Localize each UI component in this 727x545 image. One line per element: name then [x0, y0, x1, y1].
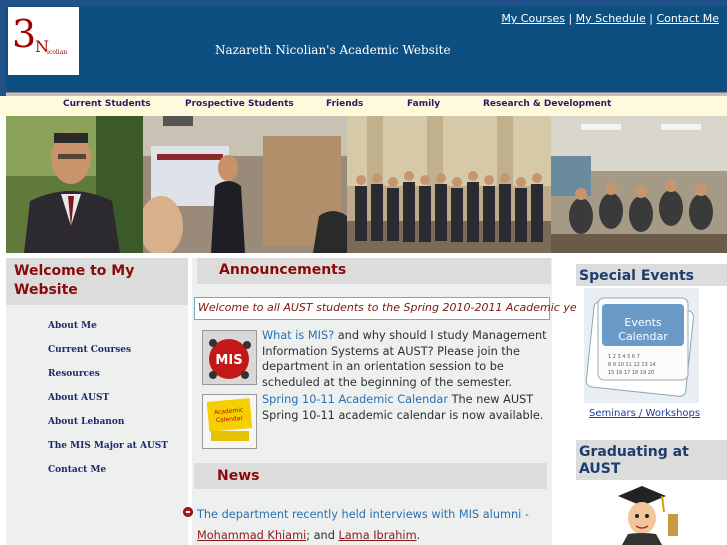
news-separator: ; and	[306, 529, 339, 542]
site-title: Nazareth Nicolian's Academic Website	[215, 43, 451, 57]
announcements-header: Announcements	[197, 258, 551, 284]
bullet-icon	[183, 507, 193, 517]
logo-subtext: icolian	[47, 49, 68, 56]
svg-text:15 16 17 18 19 20: 15 16 17 18 19 20	[608, 370, 654, 376]
announcement-mis: What is MIS? and why should I study Mana…	[262, 328, 552, 390]
sidebar-link-contact-me[interactable]: Contact Me	[48, 465, 106, 475]
svg-text:1 2 3 4 5 6 7: 1 2 3 4 5 6 7	[608, 354, 640, 360]
news-item-text: The department recently held interviews …	[197, 508, 529, 521]
svg-text:8 9 10 11 12 13 14: 8 9 10 11 12 13 14	[608, 362, 656, 368]
welcome-title: Welcome to My Website	[14, 263, 135, 298]
calendar-thumbnail[interactable]: Academic Calendar	[202, 394, 257, 449]
what-is-mis-link[interactable]: What is MIS?	[262, 329, 334, 342]
top-links: My Courses | My Schedule | Contact Me	[501, 12, 719, 25]
sidebar-link-resources[interactable]: Resources	[48, 369, 100, 379]
my-courses-link[interactable]: My Courses	[501, 12, 565, 25]
events-calendar-image[interactable]: Events Calendar 1 2 3 4 5 6 7 8 9 10 11 …	[584, 288, 699, 403]
events-label-line1: Events	[624, 316, 662, 329]
main-nav: Current Students Prospective Students Fr…	[0, 96, 727, 116]
presentation-photo	[143, 116, 347, 253]
nav-prospective-students[interactable]: Prospective Students	[185, 99, 294, 109]
seminars-workshops-link[interactable]: Seminars / Workshops	[589, 408, 700, 419]
contact-me-link[interactable]: Contact Me	[656, 12, 719, 25]
news-item: The department recently held interviews …	[197, 504, 552, 545]
alumni-ibrahim-link[interactable]: Lama Ibrahim	[338, 529, 416, 542]
announcement-calendar: Spring 10-11 Academic Calendar The new A…	[262, 392, 552, 423]
graduating-title: Graduating at AUST	[576, 440, 727, 480]
left-sidebar: Welcome to My Website About Me Current C…	[6, 258, 188, 545]
my-schedule-link[interactable]: My Schedule	[576, 12, 646, 25]
news-end: .	[416, 529, 421, 542]
news-header: News	[194, 463, 547, 489]
welcome-box: Welcome to My Website	[6, 258, 188, 305]
mis-thumb-label: MIS	[215, 353, 242, 368]
sidebar-link-current-courses[interactable]: Current Courses	[48, 345, 131, 355]
announcements-title: Announcements	[219, 262, 347, 278]
graduate-image[interactable]	[596, 482, 688, 545]
photo-banner	[6, 116, 727, 253]
link-separator: |	[568, 12, 573, 25]
link-separator: |	[649, 12, 653, 25]
academic-calendar-link[interactable]: Spring 10-11 Academic Calendar	[262, 393, 448, 406]
nav-friends[interactable]: Friends	[326, 99, 363, 109]
sidebar-link-mis-major[interactable]: The MIS Major at AUST	[48, 441, 168, 451]
welcome-message: Welcome to all AUST students to the Spri…	[194, 297, 590, 320]
mis-thumbnail[interactable]: MIS	[202, 330, 257, 385]
nav-current-students[interactable]: Current Students	[63, 99, 151, 109]
sidebar-link-about-lebanon[interactable]: About Lebanon	[48, 417, 124, 427]
sidebar-link-about-me[interactable]: About Me	[48, 321, 97, 331]
site-logo[interactable]: 3 N icolian	[8, 7, 79, 75]
sidebar-link-about-aust[interactable]: About AUST	[48, 393, 109, 403]
alumni-khiami-link[interactable]: Mohammad Khiami	[197, 529, 306, 542]
nav-family[interactable]: Family	[407, 99, 440, 109]
nav-research-development[interactable]: Research & Development	[483, 99, 611, 109]
news-title: News	[217, 468, 260, 484]
special-events-title: Special Events	[576, 264, 727, 286]
portrait-photo	[6, 116, 143, 253]
logo-numeral: 3	[12, 12, 37, 56]
group-photo	[347, 116, 551, 253]
events-label-line2: Calendar	[618, 330, 668, 343]
classroom-photo	[551, 116, 727, 253]
